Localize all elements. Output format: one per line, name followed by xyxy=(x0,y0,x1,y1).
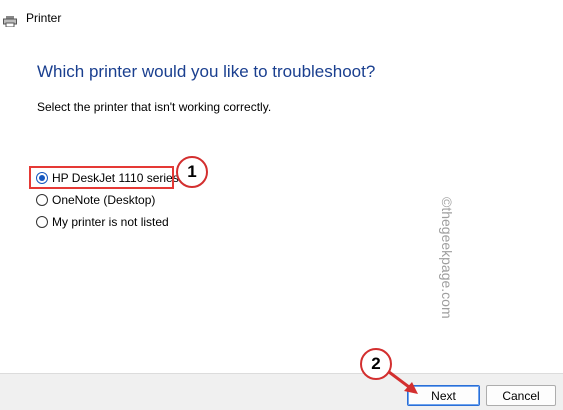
window-title: Printer xyxy=(26,11,62,25)
instruction-text: Select the printer that isn't working co… xyxy=(37,100,272,114)
selection-highlight-box xyxy=(29,166,174,189)
radio-option-label: OneNote (Desktop) xyxy=(52,193,156,207)
page-heading: Which printer would you like to troubles… xyxy=(37,62,376,81)
printer-icon xyxy=(3,14,17,28)
radio-option-label: My printer is not listed xyxy=(52,215,169,229)
title-bar: Printer xyxy=(0,0,563,36)
radio-option-onenote[interactable]: OneNote (Desktop) xyxy=(36,191,155,209)
callout-badge-2: 2 xyxy=(360,348,392,380)
radio-button[interactable] xyxy=(36,216,48,228)
callout-badge-1: 1 xyxy=(176,156,208,188)
radio-button[interactable] xyxy=(36,194,48,206)
next-button[interactable]: Next xyxy=(407,385,480,406)
cancel-button[interactable]: Cancel xyxy=(486,385,556,406)
radio-option-not-listed[interactable]: My printer is not listed xyxy=(36,213,169,231)
watermark: ©thegeekpage.com xyxy=(439,197,455,319)
